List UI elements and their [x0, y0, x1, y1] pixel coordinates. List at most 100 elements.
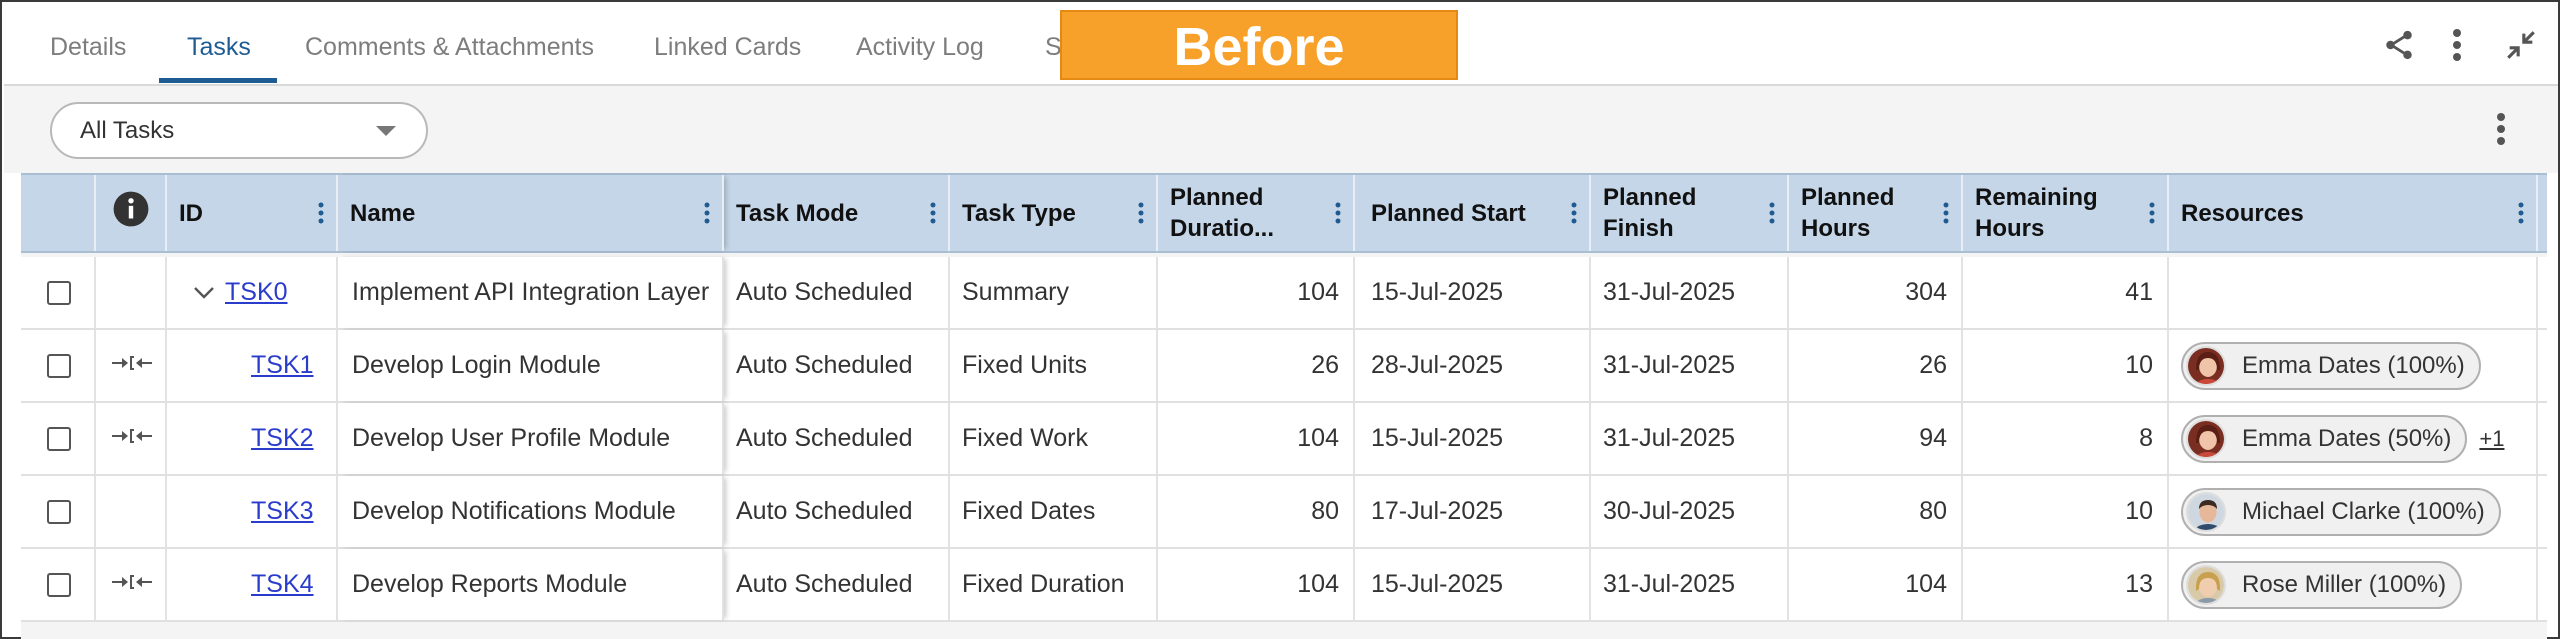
planned-start[interactable]: 15-Jul-2025: [1355, 257, 1591, 328]
table-row[interactable]: TSK0 Implement API Integration Layer Aut…: [21, 257, 2547, 330]
task-id-link[interactable]: TSK2: [251, 424, 314, 453]
task-name[interactable]: Develop User Profile Module: [338, 403, 724, 474]
planned-finish[interactable]: 30-Jul-2025: [1591, 476, 1789, 547]
planned-duration[interactable]: 26: [1158, 330, 1355, 401]
dependency-link-icon[interactable]: [110, 570, 154, 599]
task-type[interactable]: Fixed Duration: [950, 549, 1158, 620]
table-row[interactable]: TSK2 Develop User Profile Module Auto Sc…: [21, 403, 2547, 476]
planned-duration[interactable]: 80: [1158, 476, 1355, 547]
row-checkbox[interactable]: [47, 280, 71, 305]
task-type[interactable]: Fixed Units: [950, 330, 1158, 401]
task-name[interactable]: Implement API Integration Layer: [338, 257, 724, 328]
col-id-header[interactable]: ID: [167, 175, 338, 251]
resource-chip[interactable]: Michael Clarke (100%): [2181, 487, 2501, 536]
planned-start[interactable]: 28-Jul-2025: [1355, 330, 1591, 401]
grid-more-icon[interactable]: [2478, 106, 2524, 152]
col-task-mode-header[interactable]: Task Mode: [724, 175, 950, 251]
task-type[interactable]: Summary: [950, 257, 1158, 328]
chevron-down-icon[interactable]: [193, 278, 215, 307]
row-checkbox[interactable]: [47, 353, 71, 378]
planned-finish[interactable]: 31-Jul-2025: [1591, 403, 1789, 474]
planned-finish[interactable]: 31-Jul-2025: [1591, 257, 1789, 328]
planned-hours[interactable]: 80: [1789, 476, 1963, 547]
task-mode[interactable]: Auto Scheduled: [724, 476, 950, 547]
task-mode[interactable]: Auto Scheduled: [724, 403, 950, 474]
task-id-link[interactable]: TSK0: [225, 278, 288, 307]
planned-duration[interactable]: 104: [1158, 403, 1355, 474]
column-menu-icon[interactable]: [2518, 201, 2524, 232]
planned-hours[interactable]: 304: [1789, 257, 1963, 328]
task-name[interactable]: Develop Notifications Module: [338, 476, 724, 547]
task-mode[interactable]: Auto Scheduled: [724, 549, 950, 620]
planned-start[interactable]: 15-Jul-2025: [1355, 403, 1591, 474]
column-menu-icon[interactable]: [930, 201, 936, 232]
tab-activity-log[interactable]: Activity Log: [856, 4, 984, 86]
resource-chip[interactable]: Rose Miller (100%): [2181, 560, 2463, 609]
task-mode[interactable]: Auto Scheduled: [724, 330, 950, 401]
resources-cell[interactable]: Michael Clarke (100%): [2169, 476, 2538, 547]
col-resources-header[interactable]: Resources: [2169, 175, 2538, 251]
column-menu-icon[interactable]: [1571, 201, 1577, 232]
column-menu-icon[interactable]: [1335, 201, 1341, 232]
dependency-link-icon[interactable]: [110, 351, 154, 380]
remaining-hours[interactable]: 8: [1963, 403, 2169, 474]
column-menu-icon[interactable]: [1769, 201, 1775, 232]
planned-duration[interactable]: 104: [1158, 549, 1355, 620]
tab-linked-cards[interactable]: Linked Cards: [654, 4, 801, 86]
task-mode[interactable]: Auto Scheduled: [724, 257, 950, 328]
task-name[interactable]: Develop Reports Module: [338, 549, 724, 620]
table-row[interactable]: TSK1 Develop Login Module Auto Scheduled…: [21, 330, 2547, 403]
dependency-link-icon[interactable]: [110, 424, 154, 453]
table-row[interactable]: TSK3 Develop Notifications Module Auto S…: [21, 476, 2547, 549]
planned-duration[interactable]: 104: [1158, 257, 1355, 328]
col-task-type-header[interactable]: Task Type: [950, 175, 1158, 251]
collapse-icon[interactable]: [2498, 22, 2544, 68]
remaining-hours[interactable]: 10: [1963, 330, 2169, 401]
task-type[interactable]: Fixed Work: [950, 403, 1158, 474]
row-checkbox[interactable]: [47, 426, 71, 451]
column-menu-icon[interactable]: [1138, 201, 1144, 232]
column-menu-icon[interactable]: [704, 201, 710, 232]
remaining-hours[interactable]: 41: [1963, 257, 2169, 328]
column-menu-icon[interactable]: [318, 201, 324, 232]
resources-cell[interactable]: Rose Miller (100%): [2169, 549, 2538, 620]
planned-finish[interactable]: 31-Jul-2025: [1591, 549, 1789, 620]
planned-finish[interactable]: 31-Jul-2025: [1591, 330, 1789, 401]
col-planned-hours-header[interactable]: Planned Hours: [1789, 175, 1963, 251]
task-id-link[interactable]: TSK3: [251, 497, 314, 526]
planned-hours[interactable]: 94: [1789, 403, 1963, 474]
tab-details[interactable]: Details: [50, 4, 126, 86]
resource-chip[interactable]: Emma Dates (50%): [2181, 414, 2468, 463]
more-vertical-icon[interactable]: [2434, 22, 2480, 68]
col-planned-start-header[interactable]: Planned Start: [1355, 175, 1591, 251]
task-name[interactable]: Develop Login Module: [338, 330, 724, 401]
task-id-link[interactable]: TSK1: [251, 351, 314, 380]
col-name-header[interactable]: Name: [338, 175, 724, 251]
col-remaining-hours-header[interactable]: Remaining Hours: [1963, 175, 2169, 251]
col-task-mode-label: Task Mode: [736, 199, 859, 227]
remaining-hours[interactable]: 13: [1963, 549, 2169, 620]
resources-cell[interactable]: [2169, 257, 2538, 328]
resources-cell[interactable]: Emma Dates (100%): [2169, 330, 2538, 401]
table-row[interactable]: TSK4 Develop Reports Module Auto Schedul…: [21, 549, 2547, 622]
column-menu-icon[interactable]: [1943, 201, 1949, 232]
row-checkbox[interactable]: [47, 572, 71, 597]
planned-start[interactable]: 15-Jul-2025: [1355, 549, 1591, 620]
remaining-hours[interactable]: 10: [1963, 476, 2169, 547]
task-type[interactable]: Fixed Dates: [950, 476, 1158, 547]
row-checkbox[interactable]: [47, 499, 71, 524]
col-planned-duration-header[interactable]: Planned Duratio...: [1158, 175, 1355, 251]
share-icon[interactable]: [2376, 22, 2422, 68]
tab-tasks[interactable]: Tasks: [187, 4, 251, 86]
tab-comments-attachments[interactable]: Comments & Attachments: [305, 4, 594, 86]
col-planned-finish-header[interactable]: Planned Finish: [1591, 175, 1789, 251]
resource-chip[interactable]: Emma Dates (100%): [2181, 341, 2481, 390]
task-id-link[interactable]: TSK4: [251, 570, 314, 599]
planned-start[interactable]: 17-Jul-2025: [1355, 476, 1591, 547]
more-resources-link[interactable]: +1: [2479, 426, 2504, 452]
planned-hours[interactable]: 26: [1789, 330, 1963, 401]
column-menu-icon[interactable]: [2149, 201, 2155, 232]
task-filter-dropdown[interactable]: All Tasks: [50, 102, 428, 159]
resources-cell[interactable]: Emma Dates (50%) +1: [2169, 403, 2538, 474]
planned-hours[interactable]: 104: [1789, 549, 1963, 620]
